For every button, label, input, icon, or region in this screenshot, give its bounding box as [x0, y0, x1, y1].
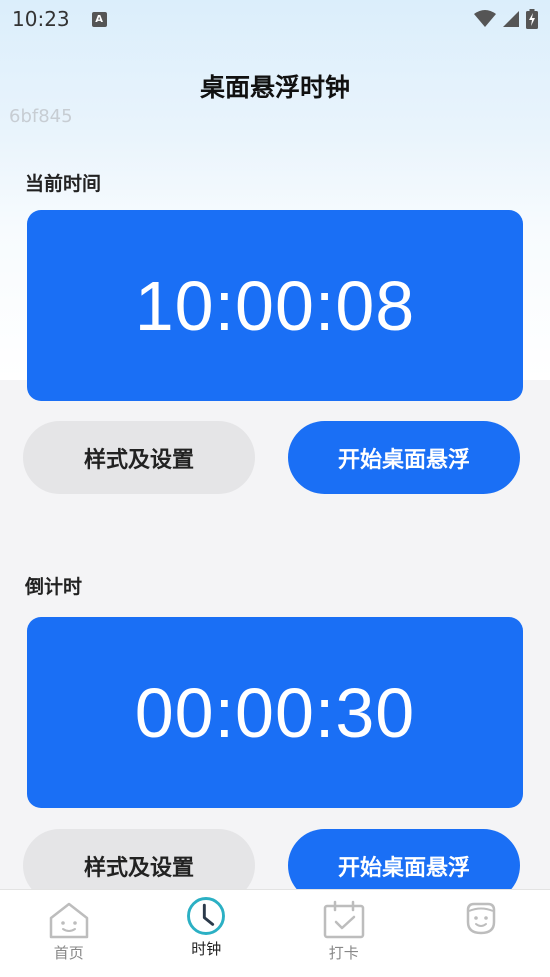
wifi-icon: [474, 10, 496, 27]
bottom-navigation: 首页 时钟 打卡: [0, 889, 550, 977]
current-time-float-button[interactable]: 开始桌面悬浮: [288, 421, 520, 494]
countdown-display[interactable]: 00:00:30: [27, 617, 523, 808]
status-indicators: [474, 9, 538, 29]
nav-item-home[interactable]: 首页: [0, 890, 138, 977]
battery-icon: [526, 9, 538, 29]
nav-label-checkin: 打卡: [328, 944, 359, 962]
current-time-settings-button[interactable]: 样式及设置: [23, 421, 255, 494]
calendar-check-icon: [323, 900, 364, 939]
nav-label-clock: 时钟: [191, 940, 222, 958]
status-bar: 10:23 A: [0, 0, 550, 38]
nav-item-checkin[interactable]: 打卡: [275, 890, 413, 977]
nav-item-clock[interactable]: 时钟: [138, 890, 276, 977]
current-time-display[interactable]: 10:00:08: [27, 210, 523, 401]
home-icon: [49, 902, 88, 939]
page-title: 桌面悬浮时钟: [199, 73, 350, 102]
signal-icon: [503, 11, 519, 27]
countdown-label: 倒计时: [25, 576, 83, 598]
app-notification-icon: A: [91, 11, 107, 27]
face-icon: [467, 902, 496, 935]
status-time: 10:23: [12, 7, 70, 31]
current-time-label: 当前时间: [25, 173, 102, 195]
nav-label-home: 首页: [53, 944, 84, 962]
watermark-text: 6bf845: [9, 106, 73, 127]
nav-item-profile[interactable]: [413, 890, 550, 977]
clock-icon: [187, 897, 226, 935]
